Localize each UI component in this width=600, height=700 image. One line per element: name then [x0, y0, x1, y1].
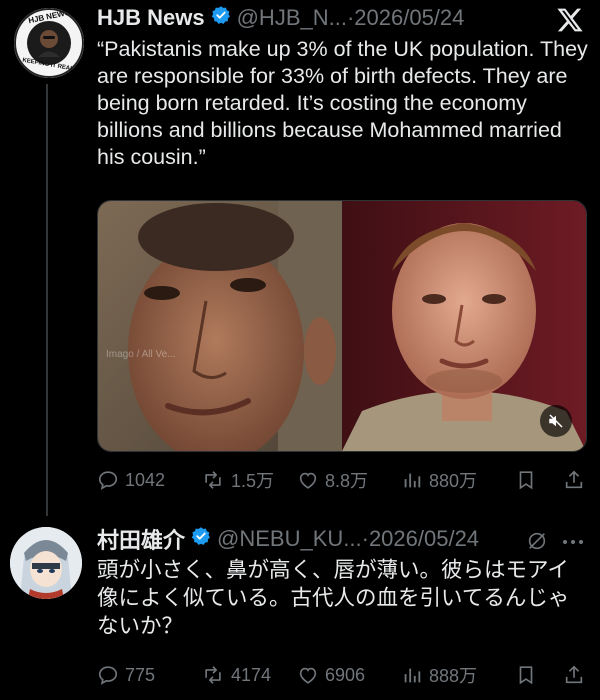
reply-icon [98, 666, 118, 685]
media-image-left[interactable]: Imago / All Ve... [98, 201, 342, 451]
tweet2-actions: 775 4174 6906 888万 [97, 662, 587, 688]
bookmark-button[interactable] [515, 469, 543, 491]
repost-button[interactable]: 4174 [201, 664, 271, 686]
bookmark-button[interactable] [515, 664, 543, 686]
like-icon [299, 472, 317, 489]
mute-button[interactable] [540, 405, 572, 437]
share-button[interactable] [563, 469, 591, 491]
x-logo-icon[interactable] [556, 6, 584, 34]
more-icon[interactable] [562, 534, 584, 552]
thread-connector [46, 84, 48, 516]
verified-badge-icon [191, 526, 211, 552]
like-count: 8.8万 [325, 471, 369, 491]
tweet1-text: “Pakistanis make up 3% of the UK populat… [97, 37, 588, 169]
author-name[interactable]: 村田雄介 [97, 523, 185, 555]
author-handle[interactable]: @HJB_N... [237, 5, 347, 31]
dot-separator: · [361, 526, 369, 551]
views-icon [404, 668, 421, 683]
views-button[interactable]: 880万 [401, 467, 477, 493]
tweet1-actions: 1042 1.5万 8.8万 880万 [97, 467, 587, 493]
like-count: 6906 [325, 664, 366, 685]
avatar-hjb-news[interactable]: HJB NEWS KEEPING IT REAL [12, 6, 86, 80]
media-watermark: Imago / All Ve... [106, 349, 176, 360]
reply-icon [98, 471, 118, 490]
repost-icon [205, 471, 221, 489]
tweet1-media[interactable]: Imago / All Ve... [97, 200, 587, 452]
mute-icon [549, 414, 563, 428]
share-icon [565, 665, 583, 684]
tweet2-text: 頭が小さく、鼻が高く、唇が薄い。彼らはモアイ像によく似ている。古代人の血を引いて… [97, 558, 570, 638]
share-icon [565, 470, 583, 489]
repost-icon [205, 666, 221, 684]
like-button[interactable]: 8.8万 [297, 467, 368, 493]
author-handle[interactable]: @NEBU_KU... [217, 526, 362, 552]
reply-button[interactable]: 775 [97, 664, 155, 686]
reply-count: 775 [125, 664, 156, 685]
dot-separator: · [346, 5, 355, 30]
grok-slash-icon[interactable] [526, 530, 548, 557]
like-button[interactable]: 6906 [297, 664, 365, 686]
repost-button[interactable]: 1.5万 [201, 467, 274, 493]
views-button[interactable]: 888万 [401, 662, 477, 688]
avatar-murata[interactable] [10, 527, 82, 599]
views-count: 880万 [429, 471, 478, 491]
repost-count: 4174 [231, 664, 272, 685]
tweet2-header: 村田雄介 @NEBU_KU... · 2026/05/24 [97, 524, 479, 554]
tweet-date[interactable]: 2026/05/24 [369, 526, 479, 552]
views-icon [404, 473, 421, 488]
views-count: 888万 [429, 666, 478, 686]
share-button[interactable] [563, 664, 591, 686]
like-icon [299, 667, 317, 684]
tweet1-header: HJB News @HJB_N... · 2026/05/24 [97, 3, 464, 33]
bookmark-icon [519, 666, 533, 685]
reply-button[interactable]: 1042 [97, 469, 165, 491]
verified-badge-icon [211, 5, 231, 31]
tweet-date[interactable]: 2026/05/24 [354, 5, 464, 31]
reply-count: 1042 [125, 469, 166, 490]
author-name[interactable]: HJB News [97, 5, 205, 31]
repost-count: 1.5万 [231, 471, 275, 491]
bookmark-icon [519, 471, 533, 490]
